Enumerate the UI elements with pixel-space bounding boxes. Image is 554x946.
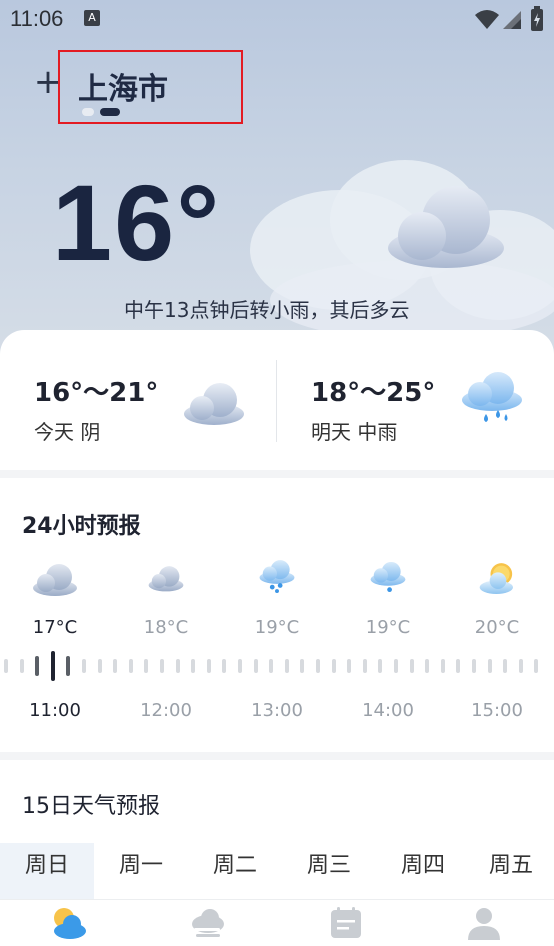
wifi-icon bbox=[475, 10, 499, 29]
timeline-tick bbox=[97, 659, 102, 673]
timeline-tick bbox=[144, 659, 149, 673]
nav-weather[interactable] bbox=[38, 904, 98, 942]
page-indicator-dot-active bbox=[100, 108, 120, 116]
timeline-tick bbox=[472, 659, 476, 673]
bottom-nav bbox=[0, 899, 554, 945]
day-tab[interactable]: 周三10/23 bbox=[282, 843, 376, 924]
hour-temp: 18°C bbox=[143, 617, 189, 638]
hour-time[interactable]: 15:00 bbox=[452, 700, 542, 721]
timeline-tick bbox=[82, 659, 86, 673]
timeline-tick bbox=[66, 656, 71, 676]
timeline-tick bbox=[238, 659, 242, 673]
timeline-tick bbox=[362, 659, 367, 673]
timeline-tick bbox=[284, 659, 289, 673]
timeline-tick bbox=[206, 659, 211, 673]
daily-title: 15日天气预报 bbox=[22, 794, 160, 819]
timeline-tick bbox=[316, 659, 320, 673]
timeline-tick bbox=[113, 659, 118, 673]
tomorrow-temp-range: 18°～25° bbox=[311, 378, 436, 408]
hour-time[interactable]: 12:00 bbox=[121, 700, 211, 721]
section-separator bbox=[0, 470, 554, 478]
battery-icon bbox=[531, 6, 543, 31]
status-bar: 11:06 A bbox=[0, 0, 554, 38]
timeline-tick bbox=[191, 659, 196, 673]
sun-cloud-icon bbox=[479, 563, 513, 594]
notification-icon: A bbox=[84, 10, 100, 26]
calendar-icon bbox=[331, 907, 361, 938]
status-time: 11:06 bbox=[10, 6, 64, 31]
city-name[interactable]: 上海市 bbox=[78, 64, 168, 108]
drizzle-cloud-icon bbox=[370, 561, 406, 593]
timeline-tick bbox=[175, 659, 180, 673]
air-quality-icon bbox=[192, 909, 224, 937]
timeline-tick bbox=[160, 659, 164, 673]
timeline-tick bbox=[35, 656, 40, 676]
tomorrow-label: 明天 中雨 bbox=[311, 420, 398, 444]
day-tab-label: 周五 bbox=[488, 853, 533, 878]
timeline-tick bbox=[534, 659, 539, 673]
timeline-tick bbox=[222, 659, 227, 673]
day-tab[interactable]: 周日10/20 bbox=[0, 843, 94, 924]
timeline-tick bbox=[347, 659, 352, 673]
day-tab[interactable]: 周五10/25 bbox=[468, 843, 554, 924]
timeline-tick bbox=[300, 659, 305, 673]
timeline-tick bbox=[409, 659, 414, 673]
timeline-tick bbox=[456, 659, 461, 673]
hour-temp: 19°C bbox=[254, 617, 300, 638]
hour-time[interactable]: 13:00 bbox=[232, 700, 322, 721]
hourly-title: 24小时预报 bbox=[22, 514, 141, 539]
rain-cloud-icon bbox=[462, 372, 522, 422]
nav-profile[interactable] bbox=[454, 904, 514, 942]
today-temp-range: 16°～21° bbox=[34, 378, 159, 408]
day-tab[interactable]: 周一10/21 bbox=[94, 843, 188, 924]
hour-time[interactable]: 14:00 bbox=[343, 700, 433, 721]
page-indicator-dot bbox=[82, 108, 94, 116]
cloud-icon bbox=[148, 566, 184, 592]
day-tab-label: 周日 bbox=[24, 853, 69, 878]
day-tab[interactable]: 周四10/24 bbox=[376, 843, 470, 924]
timeline-tick bbox=[425, 659, 430, 673]
current-temperature: 16° bbox=[52, 162, 222, 283]
timeline-tick bbox=[4, 659, 8, 673]
timeline-tick bbox=[394, 659, 398, 673]
hour-temp: 17°C bbox=[32, 617, 78, 638]
timeline-tick bbox=[50, 651, 55, 681]
cloud-icon bbox=[388, 186, 504, 268]
weather-summary: 中午13点钟后转小雨，其后多云 bbox=[124, 298, 410, 322]
timeline-tick bbox=[503, 659, 508, 673]
timeline-tick bbox=[440, 659, 445, 673]
today-label: 今天 阴 bbox=[34, 420, 101, 444]
card-divider bbox=[276, 360, 277, 442]
cloud-icon bbox=[33, 564, 77, 596]
profile-icon bbox=[468, 908, 500, 940]
timeline-tick bbox=[378, 659, 383, 673]
nav-calendar[interactable] bbox=[316, 904, 376, 942]
timeline-tick bbox=[253, 659, 258, 673]
cloud-icon bbox=[184, 383, 244, 425]
day-tab-label: 周三 bbox=[306, 853, 351, 878]
hour-temp: 19°C bbox=[365, 617, 411, 638]
hour-time[interactable]: 11:00 bbox=[10, 700, 100, 721]
section-separator bbox=[0, 752, 554, 760]
day-tab-label: 周二 bbox=[212, 853, 257, 878]
day-tab-label: 周四 bbox=[400, 853, 445, 878]
timeline-tick bbox=[269, 659, 274, 673]
signal-icon bbox=[503, 11, 521, 29]
timeline-tick bbox=[518, 659, 523, 673]
weather-icon bbox=[54, 908, 86, 939]
timeline-tick bbox=[128, 659, 133, 673]
day-tab-label: 周一 bbox=[118, 853, 163, 878]
timeline-tick bbox=[331, 659, 336, 673]
hour-temp: 20°C bbox=[474, 617, 520, 638]
nav-air[interactable] bbox=[178, 904, 238, 942]
rain-cloud-icon bbox=[259, 560, 295, 594]
daily-tabs: 周日10/20 周一10/21 周二10/22 周三10/23 周四10/24 … bbox=[0, 843, 554, 924]
timeline-tick bbox=[19, 659, 24, 673]
timeline-tick bbox=[487, 659, 492, 673]
day-tab[interactable]: 周二10/22 bbox=[188, 843, 282, 924]
